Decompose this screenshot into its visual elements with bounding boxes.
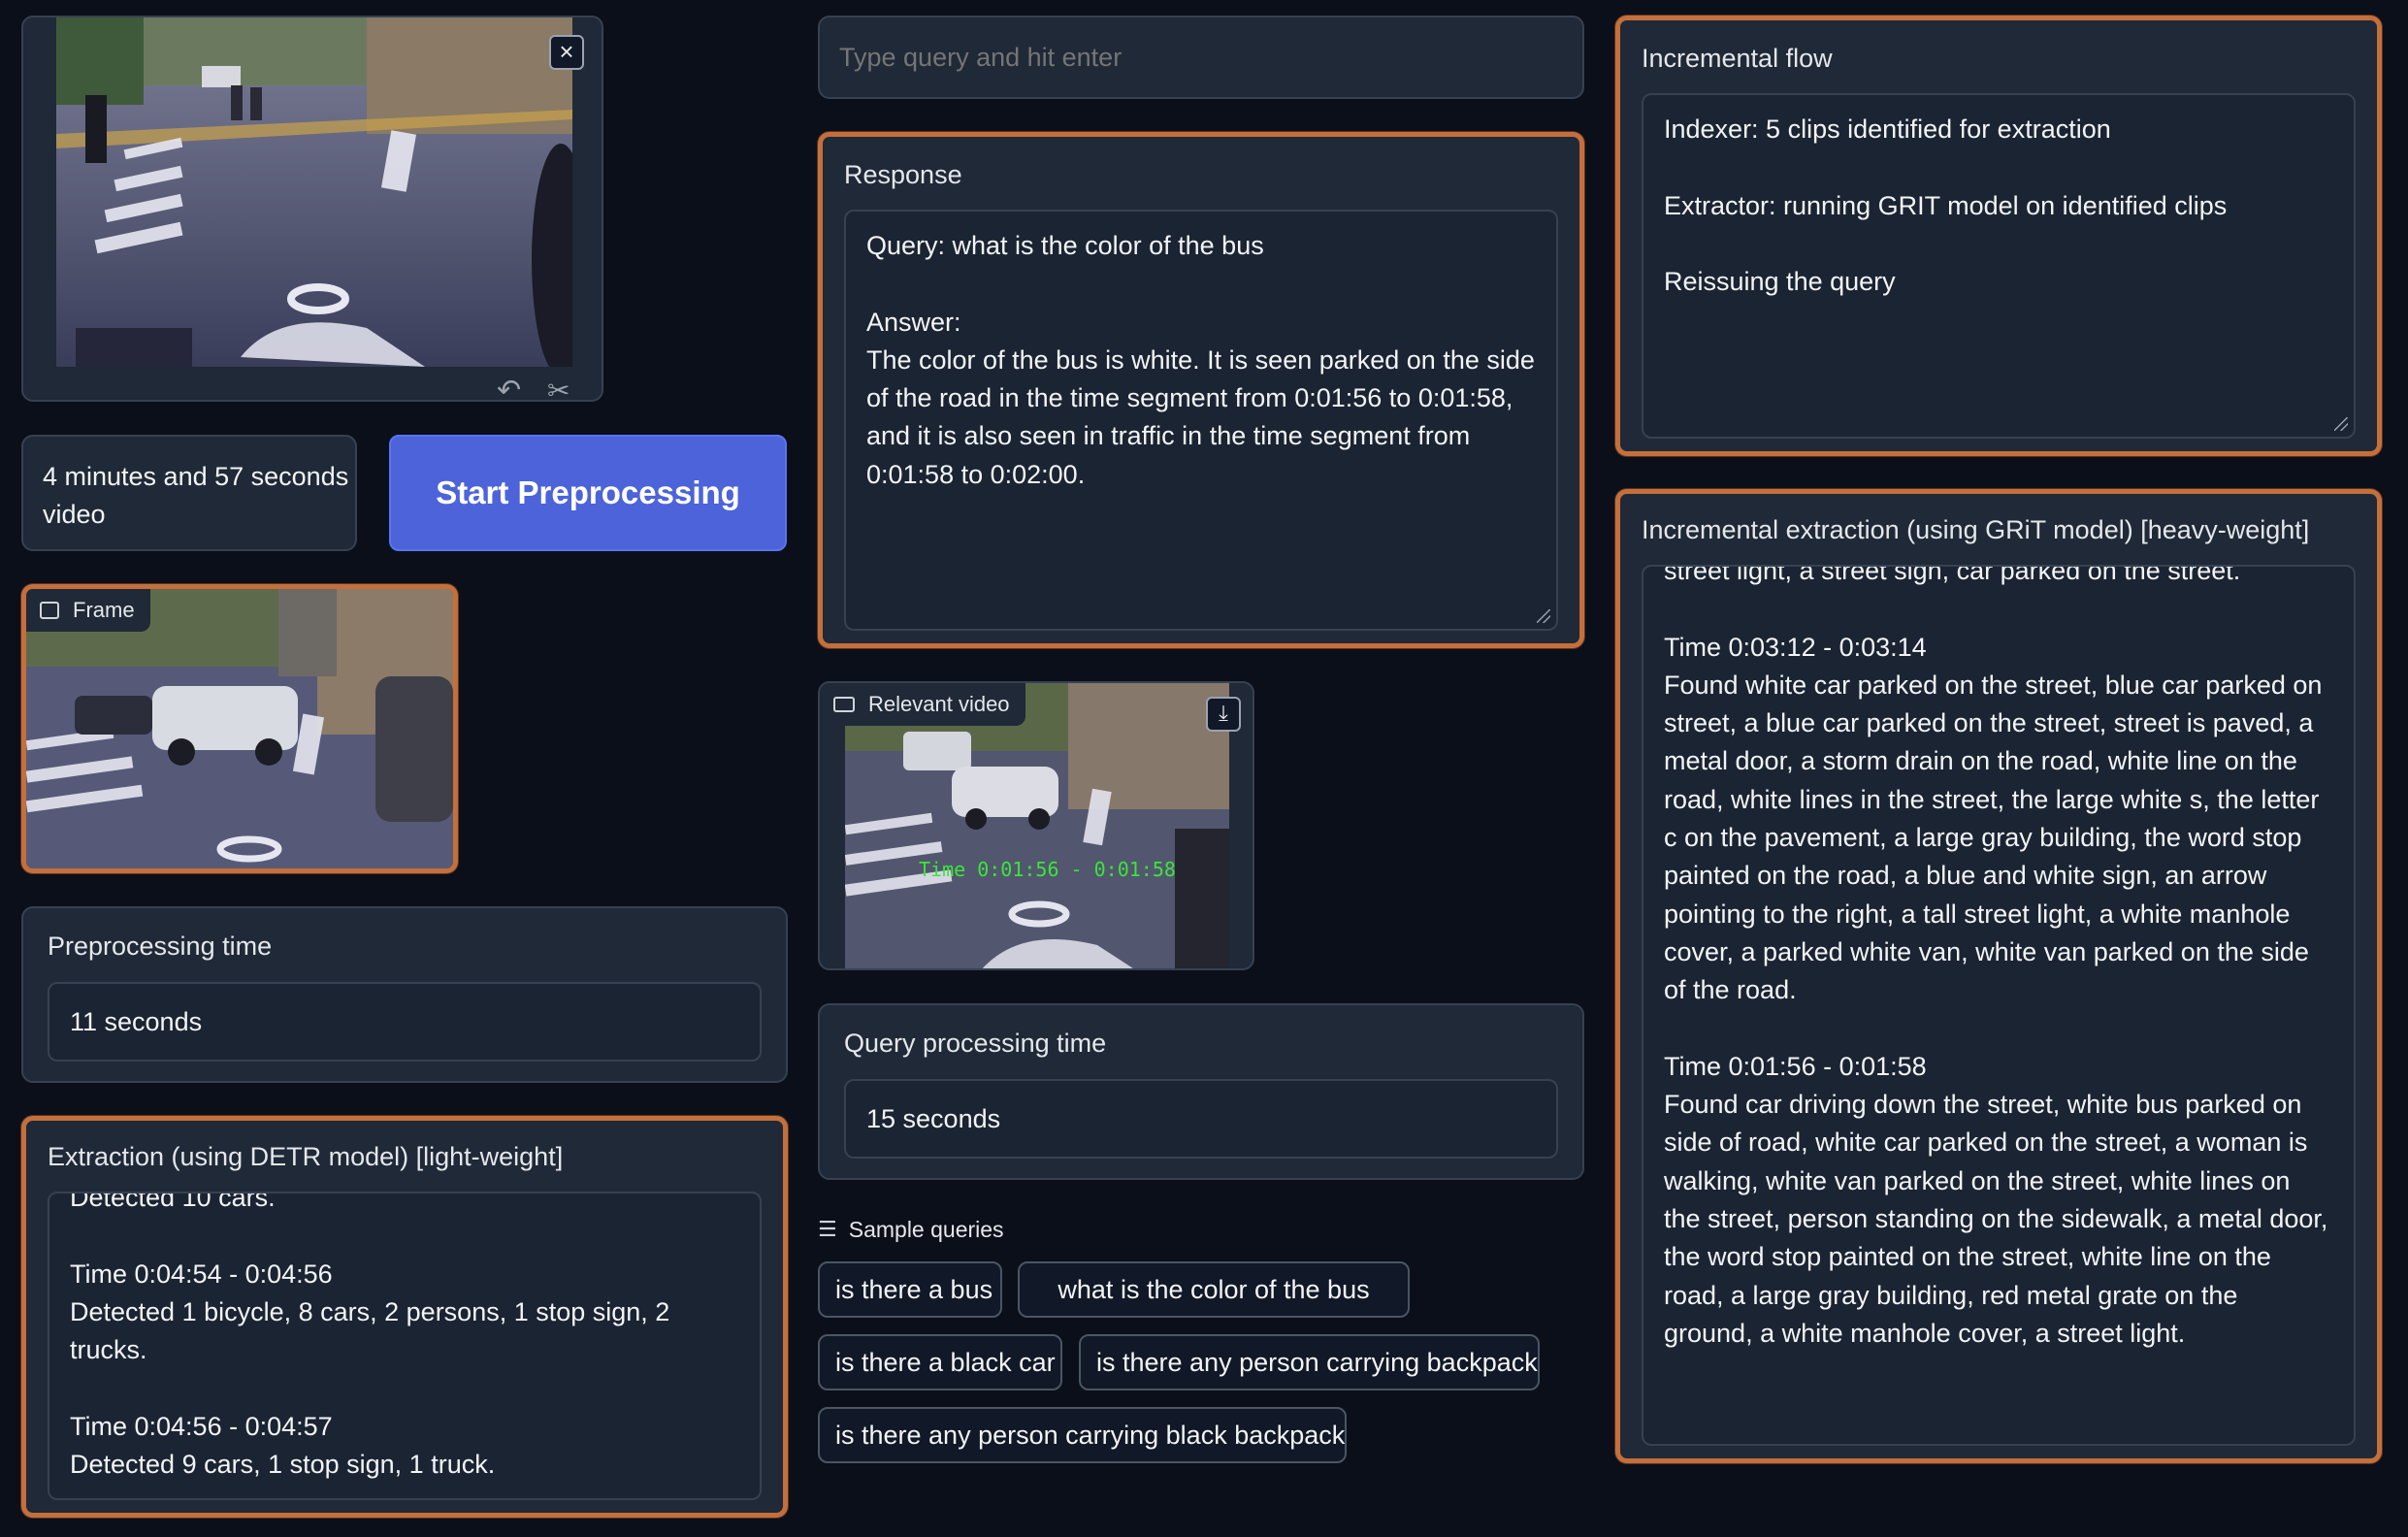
street-scene-image — [56, 17, 572, 367]
sample-queries-label: Sample queries — [848, 1216, 1004, 1242]
video-duration-text: 4 minutes and 57 seconds video — [43, 462, 349, 529]
detr-extraction-panel: Extraction (using DETR model) [light-wei… — [21, 1116, 788, 1518]
query-processing-time-value: 15 seconds — [866, 1104, 1001, 1133]
sample-query-chip[interactable]: is there a bus — [818, 1261, 1002, 1318]
sample-query-chip[interactable]: is there any person carrying backpack — [1079, 1334, 1540, 1390]
relevant-video-panel[interactable]: Time 0:01:56 - 0:01:58 Relevant video ⤓ — [818, 681, 1254, 970]
preprocessing-time-label: Preprocessing time — [48, 932, 273, 961]
incremental-flow-textarea[interactable]: Indexer: 5 clips identified for extracti… — [1642, 93, 2356, 439]
frame-label-tag: Frame — [26, 589, 150, 632]
resize-handle[interactable] — [2334, 417, 2348, 431]
grit-extraction-textarea[interactable]: street light, a street sign, car parked … — [1642, 565, 2356, 1446]
detr-extraction-label: Extraction (using DETR model) [light-wei… — [48, 1142, 564, 1171]
grit-extraction-panel: Incremental extraction (using GRiT model… — [1615, 489, 2382, 1463]
query-processing-time-label: Query processing time — [844, 1029, 1107, 1058]
sample-query-chip[interactable]: is there a black car — [818, 1334, 1062, 1390]
image-icon — [40, 602, 59, 619]
response-text: Query: what is the color of the bus Answ… — [866, 231, 1535, 489]
response-label: Response — [844, 160, 962, 189]
query-processing-time-panel: Query processing time 15 seconds — [818, 1003, 1584, 1180]
frame-image-panel: Frame — [21, 584, 458, 873]
grit-extraction-text: street light, a street sign, car parked … — [1664, 565, 2328, 1348]
preprocessing-time-field: 11 seconds — [48, 982, 762, 1062]
grit-extraction-label: Incremental extraction (using GRiT model… — [1642, 515, 2310, 544]
relevant-video-frame[interactable] — [845, 683, 1229, 970]
video-duration-box: 4 minutes and 57 seconds video — [21, 435, 357, 551]
sample-query-chip[interactable]: what is the color of the bus — [1018, 1261, 1410, 1318]
response-textarea[interactable]: Query: what is the color of the bus Answ… — [844, 210, 1558, 631]
list-icon: ☰ — [818, 1217, 837, 1241]
relevant-video-label-tag: Relevant video — [820, 683, 1025, 726]
close-icon[interactable]: × — [549, 35, 584, 70]
incremental-flow-text: Indexer: 5 clips identified for extracti… — [1664, 114, 2228, 297]
video-player[interactable]: × ↶ ✂ — [21, 16, 603, 406]
start-preprocessing-button[interactable]: Start Preprocessing — [389, 435, 787, 551]
relevant-video-label: Relevant video — [868, 692, 1010, 716]
query-input[interactable] — [820, 17, 1582, 97]
resize-handle[interactable] — [1537, 609, 1550, 623]
preprocessing-time-panel: Preprocessing time 11 seconds — [21, 906, 788, 1083]
incremental-flow-label: Incremental flow — [1642, 44, 1833, 73]
preprocessing-time-value: 11 seconds — [70, 1007, 203, 1036]
video-camera-icon — [833, 697, 855, 712]
video-time-overlay: Time 0:01:56 - 0:01:58 — [919, 858, 1176, 881]
start-preprocessing-label: Start Preprocessing — [436, 474, 740, 510]
query-input-panel — [818, 16, 1584, 99]
detr-extraction-textarea[interactable]: Detected 10 cars. Time 0:04:54 - 0:04:56… — [48, 1192, 762, 1500]
sample-queries-header: ☰ Sample queries — [818, 1215, 1004, 1244]
query-processing-time-field: 15 seconds — [844, 1079, 1558, 1159]
incremental-flow-panel: Incremental flow Indexer: 5 clips identi… — [1615, 16, 2382, 456]
detr-extraction-text: Detected 10 cars. Time 0:04:54 - 0:04:56… — [70, 1192, 670, 1480]
download-icon[interactable]: ⤓ — [1206, 697, 1241, 732]
scissors-icon[interactable]: ✂ — [547, 376, 586, 406]
undo-icon[interactable]: ↶ — [497, 376, 536, 406]
frame-label: Frame — [73, 598, 135, 622]
video-preview[interactable] — [56, 17, 572, 367]
sample-query-chip[interactable]: is there any person carrying black backp… — [818, 1407, 1347, 1463]
response-panel: Response Query: what is the color of the… — [818, 132, 1584, 648]
